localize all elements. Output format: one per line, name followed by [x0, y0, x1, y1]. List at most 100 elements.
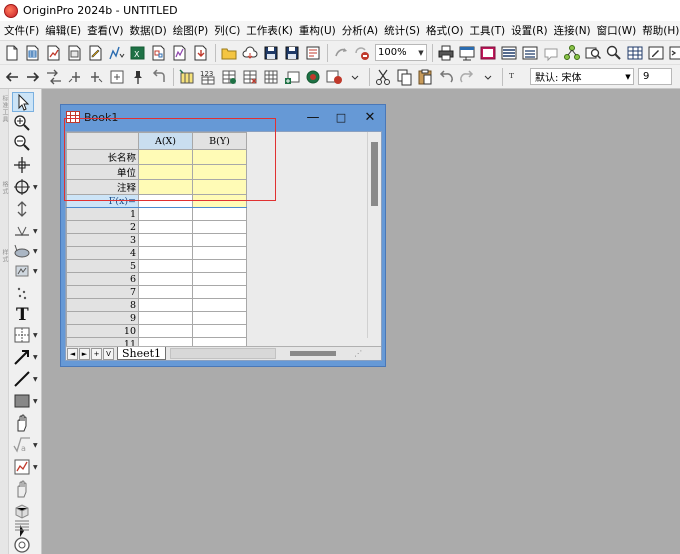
set-column-values-icon[interactable] [240, 67, 260, 87]
tab-scroll-area[interactable] [170, 348, 277, 359]
mask-tool-icon[interactable]: ▼ [12, 261, 40, 281]
text-tool-icon[interactable]: T [12, 303, 40, 323]
data-cell[interactable] [138, 233, 193, 247]
sheet-nav-next-button[interactable]: ► [79, 347, 90, 360]
pin-icon[interactable] [128, 67, 148, 87]
row-number[interactable]: 6 [66, 272, 139, 286]
cloud-icon[interactable] [240, 43, 260, 63]
insert-graph-tool-icon[interactable]: ▼ [12, 457, 40, 477]
menu-file[interactable]: 文件(F) [3, 23, 44, 38]
scatter-points-icon[interactable] [12, 285, 40, 305]
recalculate-stop-icon[interactable] [352, 43, 372, 63]
menu-view[interactable]: 查看(V) [86, 23, 128, 38]
data-cell[interactable] [138, 220, 193, 234]
add-new-columns-icon[interactable] [177, 67, 197, 87]
data-cell[interactable] [138, 259, 193, 273]
new-layout-icon[interactable] [149, 43, 169, 63]
menu-statistics[interactable]: 统计(S) [383, 23, 425, 38]
save-as-icon[interactable] [282, 43, 302, 63]
row-number[interactable]: 5 [66, 259, 139, 273]
project-explorer-icon[interactable] [457, 43, 477, 63]
code-builder-icon[interactable] [646, 43, 666, 63]
new-notes-icon[interactable] [86, 43, 106, 63]
font-size-input[interactable]: 9 [638, 68, 672, 85]
font-family-dropdown[interactable]: 默认: 宋体 ▼ [530, 68, 634, 85]
row-number[interactable]: 9 [66, 311, 139, 325]
dropdown-arrow-icon[interactable] [478, 67, 498, 87]
print-icon[interactable] [436, 43, 456, 63]
region-tool-icon[interactable]: ▼ [12, 241, 40, 261]
menu-analysis[interactable]: 分析(A) [341, 23, 383, 38]
extract-worksheet-icon[interactable] [261, 67, 281, 87]
menu-settings[interactable]: 设置(R) [510, 23, 553, 38]
move-column-left-icon[interactable] [65, 67, 85, 87]
minimize-button[interactable]: — [300, 107, 326, 127]
row-number[interactable]: 3 [66, 233, 139, 247]
data-cell[interactable] [192, 324, 247, 338]
menu-reshape[interactable]: 重构(U) [298, 23, 341, 38]
screen-reader-tool-icon[interactable]: ▼ [12, 177, 40, 197]
menu-help[interactable]: 帮助(H) [641, 23, 680, 38]
new-matrix-icon[interactable] [65, 43, 85, 63]
cut-icon[interactable] [373, 67, 393, 87]
move-column-right-icon[interactable] [86, 67, 106, 87]
fill-column-icon[interactable] [219, 67, 239, 87]
zoom-out-tool-icon[interactable] [12, 133, 40, 153]
circle-tool-icon[interactable] [12, 535, 40, 554]
data-cell[interactable] [192, 259, 247, 273]
add-sheet-icon[interactable] [282, 67, 302, 87]
row-numbers-icon[interactable]: 123 [198, 67, 218, 87]
menu-tools[interactable]: 工具(T) [469, 23, 511, 38]
save-template-icon[interactable] [303, 43, 323, 63]
row-number[interactable]: 10 [66, 324, 139, 338]
menu-column[interactable]: 列(C) [213, 23, 245, 38]
data-cell[interactable] [138, 298, 193, 312]
add-sheet-button[interactable]: + [91, 347, 102, 360]
row-number[interactable]: 4 [66, 246, 139, 260]
new-workbook-icon[interactable] [23, 43, 43, 63]
find-icon[interactable] [583, 43, 603, 63]
rectangle-tool-icon[interactable]: ▼ [12, 391, 40, 411]
arrow-tool-icon[interactable]: ▼ [12, 347, 40, 367]
vertical-scrollbar[interactable] [367, 132, 381, 338]
new-graph-icon[interactable] [44, 43, 64, 63]
arrow-right-icon[interactable] [23, 67, 43, 87]
results-log-icon[interactable] [478, 43, 498, 63]
row-number[interactable]: 8 [66, 298, 139, 312]
statistics-on-columns-icon[interactable] [324, 67, 344, 87]
add-layer-tool-icon[interactable]: ▼ [12, 325, 40, 345]
data-cell[interactable] [192, 298, 247, 312]
import-wizard-icon[interactable] [191, 43, 211, 63]
worksheet-grid-icon[interactable] [625, 43, 645, 63]
row-number[interactable]: 1 [66, 207, 139, 221]
data-cell[interactable] [192, 311, 247, 325]
sheet-nav-prev-button[interactable]: ◄ [67, 347, 78, 360]
object-manager-icon[interactable] [562, 43, 582, 63]
line-tool-icon[interactable]: ▼ [12, 369, 40, 389]
open-folder-icon[interactable] [219, 43, 239, 63]
save-icon[interactable] [261, 43, 281, 63]
data-cell[interactable] [192, 272, 247, 286]
recalculate-icon[interactable] [331, 43, 351, 63]
sort-icon[interactable] [303, 67, 323, 87]
row-number[interactable]: 2 [66, 220, 139, 234]
maximize-button[interactable]: □ [328, 107, 354, 127]
zoom-in-tool-icon[interactable] [12, 113, 40, 133]
script-window-icon[interactable] [667, 43, 680, 63]
dropdown-arrow-icon[interactable] [345, 67, 365, 87]
equation-tool-icon[interactable]: a ▼ [12, 435, 40, 455]
data-reader-tool-icon[interactable] [12, 155, 40, 175]
data-cell[interactable] [138, 285, 193, 299]
data-cell[interactable] [138, 207, 193, 221]
message-log-icon[interactable] [520, 43, 540, 63]
toolbar-grip[interactable]: 标准工具 格式 样式 [0, 89, 9, 554]
data-cell[interactable] [138, 246, 193, 260]
zoom-level-dropdown[interactable]: 100% ▼ [375, 44, 427, 61]
column-properties-icon[interactable] [107, 67, 127, 87]
new-3d-icon[interactable] [170, 43, 190, 63]
sheet-list-button[interactable]: V [103, 347, 114, 360]
data-cell[interactable] [192, 246, 247, 260]
pointer-tool-icon[interactable] [12, 92, 34, 112]
menu-worksheet[interactable]: 工作表(K) [245, 23, 298, 38]
menu-format[interactable]: 格式(O) [425, 23, 468, 38]
